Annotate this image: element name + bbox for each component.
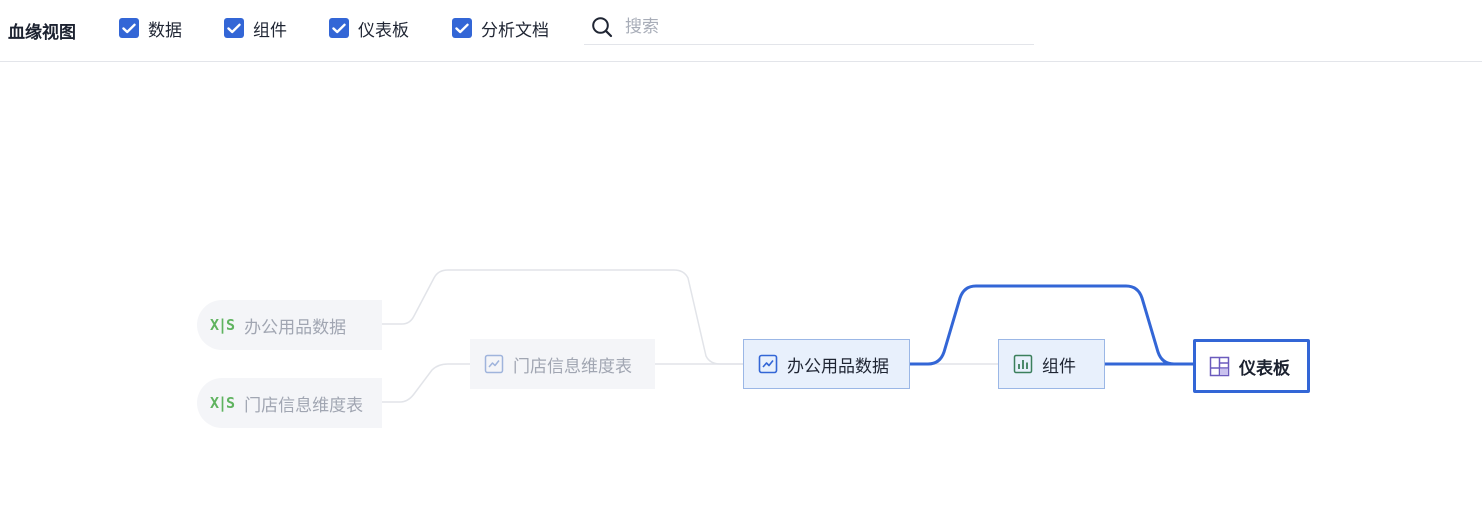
- node-label: 办公用品数据: [244, 317, 347, 338]
- node-dataset-store-table[interactable]: 门店信息维度表: [470, 339, 655, 389]
- node-label: 办公用品数据: [787, 356, 889, 377]
- node-component[interactable]: 组件: [998, 339, 1105, 389]
- lineage-links: [382, 269, 1196, 403]
- xls-icon: X|S: [210, 394, 235, 412]
- node-label: 组件: [1042, 356, 1076, 377]
- node-label: 门店信息维度表: [513, 356, 632, 377]
- node-source-store-table[interactable]: X|S 门店信息维度表: [197, 378, 382, 428]
- node-label: 门店信息维度表: [244, 395, 364, 416]
- bar-chart-icon: [1013, 354, 1033, 374]
- xls-icon: X|S: [210, 316, 235, 334]
- dataset-chart-icon: [484, 354, 504, 374]
- dashboard-grid-icon: [1209, 356, 1230, 377]
- node-dataset-office-data[interactable]: 办公用品数据: [743, 339, 910, 389]
- node-source-office-data[interactable]: X|S 办公用品数据: [197, 300, 382, 350]
- node-label: 仪表板: [1239, 358, 1290, 379]
- dataset-chart-icon: [758, 354, 778, 374]
- link-src-store-to-mid-store: [382, 363, 470, 403]
- node-dashboard[interactable]: 仪表板: [1193, 339, 1310, 393]
